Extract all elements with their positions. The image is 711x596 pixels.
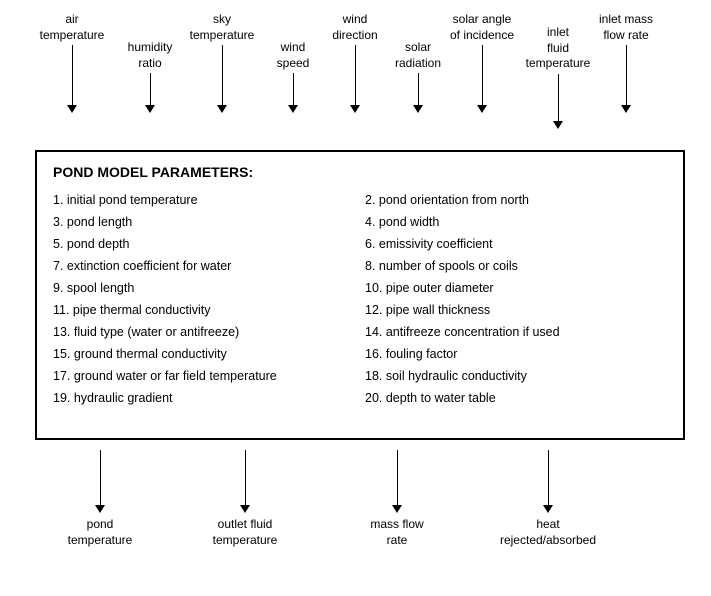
- top-arrow-air-temp: air temperature: [47, 12, 97, 113]
- arrow-line: [245, 450, 246, 505]
- top-arrow-inlet-fluid-temp: inlet fluid temperature: [533, 25, 583, 129]
- arrowhead: [240, 505, 250, 513]
- top-arrow-label-wind-speed: wind speed: [277, 40, 310, 71]
- top-arrow-label-air-temp: air temperature: [40, 12, 105, 43]
- bottom-arrow-label-mass-flow: mass flow rate: [370, 517, 423, 548]
- bottom-arrow-label-heat-rejected: heat rejected/absorbed: [500, 517, 596, 548]
- arrow-line: [293, 73, 294, 105]
- param-item: 17. ground water or far field temperatur…: [53, 366, 355, 386]
- top-arrow-humidity-ratio: humidity ratio: [125, 40, 175, 113]
- bottom-arrow-label-pond-temp: pond temperature: [68, 517, 133, 548]
- param-item: 5. pond depth: [53, 234, 355, 254]
- arrow-line: [482, 45, 483, 105]
- bottom-arrow-label-outlet-fluid-temp: outlet fluid temperature: [213, 517, 278, 548]
- param-item: 4. pond width: [365, 212, 667, 232]
- arrow-line: [100, 450, 101, 505]
- arrowhead: [350, 105, 360, 113]
- arrow-line: [72, 45, 73, 105]
- top-arrow-label-wind-dir: wind direction: [332, 12, 377, 43]
- top-arrow-label-solar-angle: solar angle of incidence: [450, 12, 514, 43]
- param-item: 12. pipe wall thickness: [365, 300, 667, 320]
- param-item: 15. ground thermal conductivity: [53, 344, 355, 364]
- param-item: 3. pond length: [53, 212, 355, 232]
- param-item: 19. hydraulic gradient: [53, 388, 355, 408]
- arrow-line: [558, 74, 559, 121]
- top-arrow-label-inlet-fluid-temp: inlet fluid temperature: [526, 25, 591, 72]
- arrow-line: [397, 450, 398, 505]
- bottom-arrow-mass-flow: mass flow rate: [357, 450, 437, 548]
- top-arrow-solar-rad: solar radiation: [393, 40, 443, 113]
- params-grid: 1. initial pond temperature 2. pond orien…: [53, 190, 667, 408]
- top-arrow-inlet-mass: inlet mass flow rate: [601, 12, 651, 113]
- arrowhead: [621, 105, 631, 113]
- param-item: 11. pipe thermal conductivity: [53, 300, 355, 320]
- box-title: POND MODEL PARAMETERS:: [53, 164, 667, 180]
- arrowhead: [392, 505, 402, 513]
- top-arrow-label-inlet-mass: inlet mass flow rate: [599, 12, 653, 43]
- top-arrow-label-humidity-ratio: humidity ratio: [128, 40, 173, 71]
- param-item: 10. pipe outer diameter: [365, 278, 667, 298]
- diagram: air temperature humidity ratio sky tempera…: [0, 0, 711, 596]
- param-item: 6. emissivity coefficient: [365, 234, 667, 254]
- arrowhead: [145, 105, 155, 113]
- top-arrow-sky-temp: sky temperature: [197, 12, 247, 113]
- arrow-line: [222, 45, 223, 105]
- arrow-line: [548, 450, 549, 505]
- top-arrow-solar-angle: solar angle of incidence: [457, 12, 507, 113]
- param-item: 20. depth to water table: [365, 388, 667, 408]
- top-arrow-label-sky-temp: sky temperature: [190, 12, 255, 43]
- arrow-line: [150, 73, 151, 105]
- param-item: 8. number of spools or coils: [365, 256, 667, 276]
- param-item: 1. initial pond temperature: [53, 190, 355, 210]
- param-item: 18. soil hydraulic conductivity: [365, 366, 667, 386]
- param-item: 14. antifreeze concentration if used: [365, 322, 667, 342]
- top-arrow-wind-speed: wind speed: [268, 40, 318, 113]
- top-arrow-label-solar-rad: solar radiation: [395, 40, 441, 71]
- param-item: 9. spool length: [53, 278, 355, 298]
- arrowhead: [477, 105, 487, 113]
- arrowhead: [288, 105, 298, 113]
- arrowhead: [217, 105, 227, 113]
- param-item: 16. fouling factor: [365, 344, 667, 364]
- bottom-arrow-outlet-fluid-temp: outlet fluid temperature: [205, 450, 285, 548]
- main-box: POND MODEL PARAMETERS: 1. initial pond t…: [35, 150, 685, 440]
- arrowhead: [413, 105, 423, 113]
- arrow-line: [355, 45, 356, 105]
- param-item: 7. extinction coefficient for water: [53, 256, 355, 276]
- arrow-line: [626, 45, 627, 105]
- param-item: 2. pond orientation from north: [365, 190, 667, 210]
- param-item: 13. fluid type (water or antifreeze): [53, 322, 355, 342]
- arrowhead: [67, 105, 77, 113]
- top-arrow-wind-dir: wind direction: [330, 12, 380, 113]
- arrowhead: [95, 505, 105, 513]
- bottom-arrow-heat-rejected: heat rejected/absorbed: [508, 450, 588, 548]
- arrowhead: [543, 505, 553, 513]
- arrowhead: [553, 121, 563, 129]
- bottom-arrow-pond-temp: pond temperature: [60, 450, 140, 548]
- arrow-line: [418, 73, 419, 105]
